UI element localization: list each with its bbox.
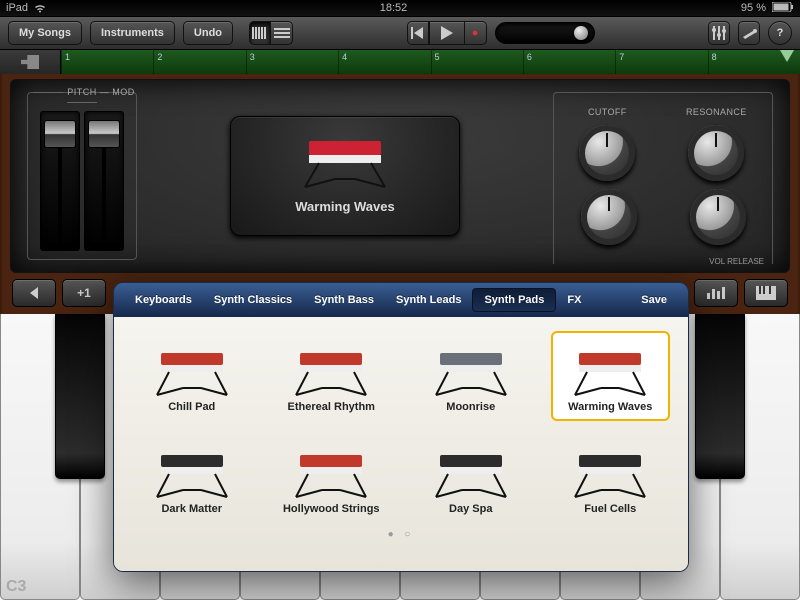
preset-fuel-cells[interactable]: Fuel Cells [551, 433, 671, 523]
preset-thumb-icon [553, 337, 669, 401]
white-key[interactable] [720, 314, 800, 600]
preset-hollywood-strings[interactable]: Hollywood Strings [272, 433, 392, 523]
preset-picker-popover: KeyboardsSynth ClassicsSynth BassSynth L… [113, 282, 689, 572]
transport-segment: ● [407, 21, 487, 45]
preset-name-label: Day Spa [413, 503, 529, 515]
preset-name-label: Warming Waves [231, 199, 459, 214]
preset-thumb-icon [413, 439, 529, 503]
timeline-ruler[interactable]: 1 2 3 4 5 6 7 8 [60, 50, 800, 74]
record-button[interactable]: ● [465, 21, 487, 45]
help-button[interactable]: ? [768, 21, 792, 45]
preset-name-label: Ethereal Rhythm [274, 401, 390, 413]
bar-tick: 5 [431, 50, 440, 74]
bar-tick: 7 [615, 50, 624, 74]
battery-label: 95 % [741, 2, 766, 14]
pitch-slider[interactable] [40, 111, 80, 251]
track-header-icon [21, 55, 39, 69]
preset-grid: Chill Pad Ethereal Rhythm Moonrise Warming … [132, 331, 670, 523]
preset-category-tabs: KeyboardsSynth ClassicsSynth BassSynth L… [114, 283, 688, 317]
white-key[interactable] [0, 314, 80, 600]
wifi-icon [34, 4, 46, 13]
preset-name-label: Chill Pad [134, 401, 250, 413]
preset-ethereal-rhythm[interactable]: Ethereal Rhythm [272, 331, 392, 421]
keyboard-layout-button[interactable] [744, 279, 788, 307]
ipad-status-bar: iPad 18:52 95 % [0, 0, 800, 17]
preset-dark-matter[interactable]: Dark Matter [132, 433, 252, 523]
my-songs-button[interactable]: My Songs [8, 21, 82, 45]
category-tab-keyboards[interactable]: Keyboards [124, 283, 203, 317]
vol-release-label: VOL RELEASE [709, 257, 764, 266]
carrier-label: iPad [6, 2, 28, 14]
synth-panel: PITCH — MOD Warming Waves CUTOFF [10, 79, 790, 273]
preset-chill-pad[interactable]: Chill Pad [132, 331, 252, 421]
scale-button[interactable] [694, 279, 738, 307]
category-tab-synth-pads[interactable]: Synth Pads [472, 288, 556, 312]
bar-tick: 3 [246, 50, 255, 74]
bar-tick: 2 [153, 50, 162, 74]
bar-tick: 4 [338, 50, 347, 74]
preset-moonrise[interactable]: Moonrise [411, 331, 531, 421]
app-toolbar: My Songs Instruments Undo ● ? [0, 17, 800, 50]
category-tab-synth-leads[interactable]: Synth Leads [385, 283, 472, 317]
bar-tick: 6 [523, 50, 532, 74]
preset-selector-button[interactable]: Warming Waves [230, 116, 460, 236]
preset-name-label: Moonrise [413, 401, 529, 413]
keyboard-icon [756, 286, 776, 300]
preset-warming-waves[interactable]: Warming Waves [551, 331, 671, 421]
keyboard-instrument-icon [295, 129, 395, 191]
battery-icon [772, 2, 794, 15]
bar-tick: 1 [61, 50, 70, 74]
rewind-button[interactable] [407, 21, 429, 45]
undo-button[interactable]: Undo [183, 21, 233, 45]
octave-up-button[interactable]: +1 [62, 279, 106, 307]
preset-name-label: Warming Waves [553, 401, 669, 413]
preset-thumb-icon [274, 337, 390, 401]
mod-slider[interactable] [84, 111, 124, 251]
mixer-button[interactable] [708, 21, 730, 45]
tracks-view-button[interactable] [271, 21, 293, 45]
category-tab-synth-bass[interactable]: Synth Bass [303, 283, 385, 317]
bar-tick: 8 [708, 50, 717, 74]
preset-name-label: Hollywood Strings [274, 503, 390, 515]
instrument-view-button[interactable] [249, 21, 271, 45]
page-indicator: ● ○ [132, 529, 670, 540]
octave-label: C3 [6, 578, 26, 596]
octave-down-button[interactable] [12, 279, 56, 307]
instruments-button[interactable]: Instruments [90, 21, 175, 45]
preset-thumb-icon [274, 439, 390, 503]
master-volume-slider[interactable] [495, 22, 595, 44]
settings-button[interactable] [738, 21, 760, 45]
view-mode-segment [249, 21, 293, 45]
preset-thumb-icon [134, 439, 250, 503]
save-preset-button[interactable]: Save [630, 283, 678, 317]
mod-slider-group: PITCH — MOD [27, 92, 137, 260]
play-button[interactable] [429, 21, 465, 45]
category-tab-fx[interactable]: FX [556, 283, 592, 317]
preset-day-spa[interactable]: Day Spa [411, 433, 531, 523]
attack-knob[interactable] [581, 189, 637, 245]
cutoff-knob[interactable] [579, 125, 635, 181]
resonance-knob[interactable] [688, 125, 744, 181]
preset-thumb-icon [413, 337, 529, 401]
preset-name-label: Dark Matter [134, 503, 250, 515]
filter-knob-group: CUTOFF RESONANCE VOL RELEASE [553, 92, 773, 264]
category-tab-synth-classics[interactable]: Synth Classics [203, 283, 303, 317]
release-knob[interactable] [690, 189, 746, 245]
scale-icon [707, 287, 725, 299]
instrument-area: PITCH — MOD Warming Waves CUTOFF [0, 74, 800, 314]
clock-label: 18:52 [380, 2, 408, 14]
playhead-icon[interactable] [780, 50, 794, 62]
preset-thumb-icon [134, 337, 250, 401]
preset-thumb-icon [553, 439, 669, 503]
preset-name-label: Fuel Cells [553, 503, 669, 515]
timeline-ruler-row: 1 2 3 4 5 6 7 8 [0, 50, 800, 74]
